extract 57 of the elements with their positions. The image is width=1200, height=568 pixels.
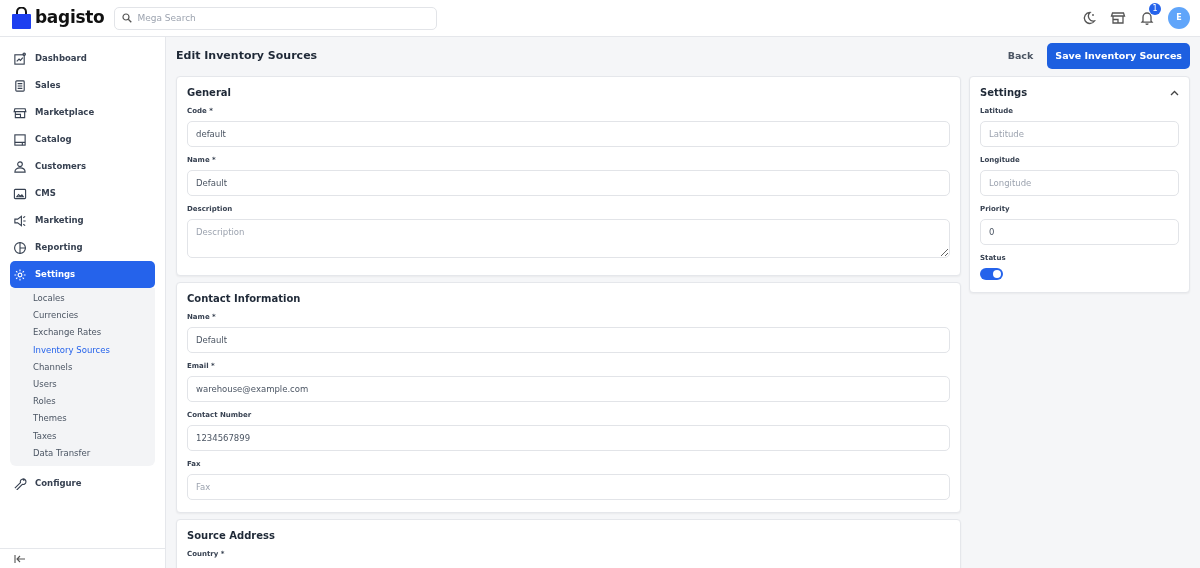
input-field[interactable]: Longitude [980, 170, 1179, 196]
search-icon [122, 12, 133, 23]
input-field[interactable]: warehouse@example.com [187, 375, 950, 402]
sidebar-item[interactable]: Reporting [10, 234, 155, 261]
input-field[interactable]: Latitude [980, 121, 1179, 147]
person-icon [13, 159, 27, 174]
submenu-item[interactable]: Inventory Sources [10, 341, 155, 359]
textarea-field[interactable]: Description [187, 219, 950, 258]
moon-icon[interactable] [1081, 10, 1097, 26]
submenu-item[interactable]: Users [10, 375, 155, 394]
submenu-item[interactable]: Roles [10, 393, 155, 411]
sidebar-item[interactable]: Sales [10, 72, 155, 99]
collapse-icon[interactable] [14, 553, 26, 564]
dashboard-icon [13, 51, 27, 66]
store-icon[interactable] [1110, 10, 1126, 26]
submenu-item[interactable]: Currencies [10, 307, 155, 325]
receipt-icon [13, 78, 27, 93]
input-field[interactable]: default [187, 121, 950, 147]
input-field[interactable]: 0 [980, 219, 1179, 245]
sidebar-item[interactable]: Dashboard [10, 45, 155, 72]
submenu-item[interactable]: Channels [10, 358, 155, 376]
catalog-icon [13, 132, 27, 147]
input-field[interactable]: Default [187, 170, 950, 196]
search-field[interactable]: Mega Search [114, 6, 438, 30]
logo-icon [12, 7, 31, 29]
wrench-icon [13, 476, 27, 491]
megaphone-icon [13, 213, 27, 228]
card-title: Settings [980, 86, 1028, 100]
page-title: Edit Inventory Sources [176, 47, 318, 64]
sidebar-item[interactable]: Customers [10, 153, 155, 180]
submenu-item[interactable]: Exchange Rates [10, 324, 155, 342]
back-button[interactable]: Back [997, 44, 1044, 68]
input-field[interactable]: 1234567899 [187, 424, 950, 451]
chevron-up-icon[interactable] [1170, 89, 1179, 96]
bell-icon[interactable] [1139, 10, 1155, 26]
logo-text[interactable]: bagisto [35, 5, 105, 31]
submenu-item[interactable]: Taxes [10, 427, 155, 445]
sidebar-item[interactable]: Settings [10, 261, 155, 288]
monitor-icon [13, 186, 27, 201]
submenu-item[interactable]: Data Transfer [10, 444, 155, 462]
card-title: General [187, 86, 232, 100]
card-title: Source Address [187, 528, 276, 543]
toggle-switch[interactable] [980, 268, 1003, 280]
input-field[interactable]: Fax [187, 473, 950, 500]
sidebar-item[interactable]: CMS [10, 180, 155, 207]
sidebar-item[interactable]: Marketplace [10, 99, 155, 126]
input-field[interactable]: Default [187, 326, 950, 353]
notification-badge: 1 [1149, 3, 1161, 15]
sidebar-item[interactable]: Configure [10, 469, 155, 497]
submenu-item[interactable]: Locales [10, 290, 155, 308]
sidebar-item[interactable]: Marketing [10, 207, 155, 234]
card-title: Contact Information [187, 291, 302, 306]
sidebar-item[interactable]: Catalog [10, 126, 155, 153]
save-button[interactable]: Save Inventory Sources [1047, 42, 1190, 70]
pie-chart-icon [13, 240, 27, 255]
submenu-item[interactable]: Themes [10, 410, 155, 428]
store-icon [13, 105, 27, 120]
